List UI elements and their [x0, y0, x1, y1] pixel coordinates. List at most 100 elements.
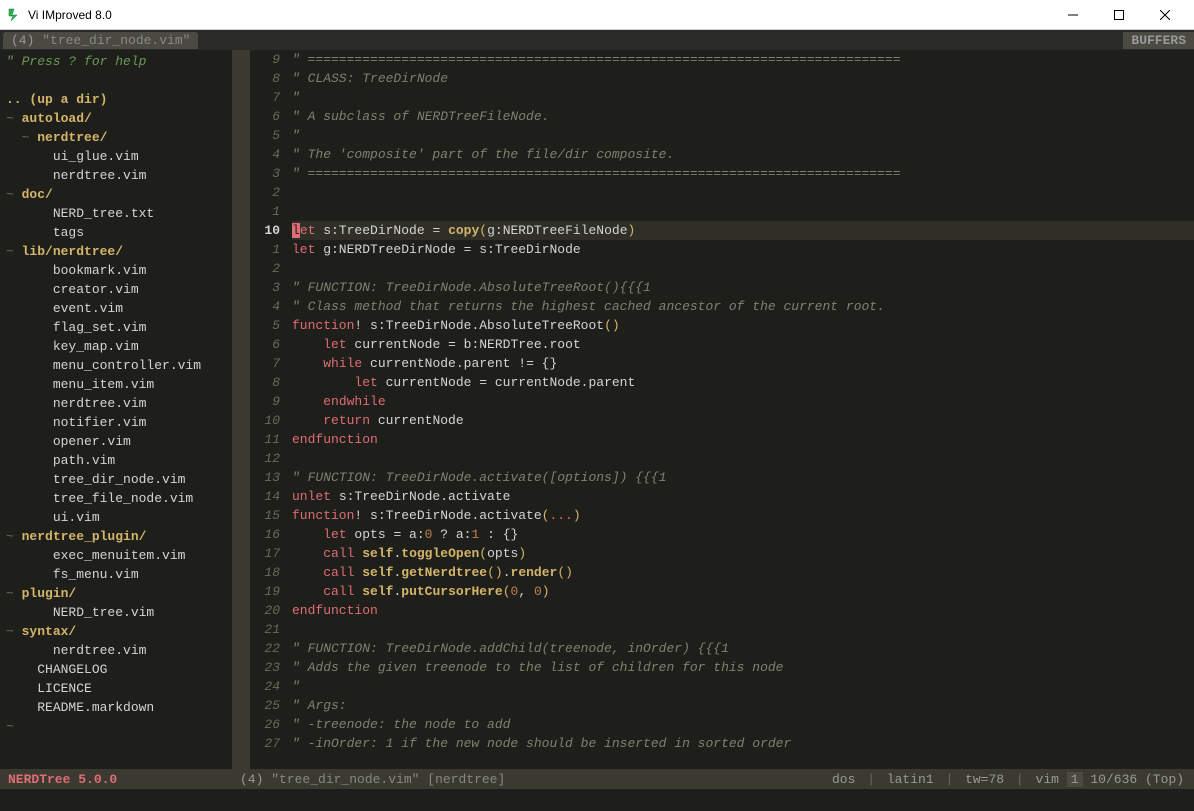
line-number: 25	[250, 696, 280, 715]
status-encoding: latin1	[887, 772, 934, 787]
line-number: 24	[250, 677, 280, 696]
nerdtree-file[interactable]: key_map.vim	[0, 337, 232, 356]
line-number: 8	[250, 69, 280, 88]
status-position: (Top)	[1145, 772, 1184, 787]
code-line[interactable]	[292, 620, 1194, 639]
nerdtree-dir[interactable]: ~ nerdtree/	[0, 128, 232, 147]
code-line[interactable]: unlet s:TreeDirNode.activate	[292, 487, 1194, 506]
nerdtree-file[interactable]: nerdtree.vim	[0, 641, 232, 660]
line-number: 3	[250, 164, 280, 183]
code-line[interactable]	[292, 449, 1194, 468]
minimize-button[interactable]	[1050, 1, 1096, 29]
code-line[interactable]: " -inOrder: 1 if the new node should be …	[292, 734, 1194, 753]
buffer-tab[interactable]: (4) "tree_dir_node.vim"	[3, 32, 198, 49]
nerdtree-file[interactable]: nerdtree.vim	[0, 166, 232, 185]
line-number: 17	[250, 544, 280, 563]
vertical-split-divider[interactable]	[232, 50, 240, 769]
command-line[interactable]	[0, 789, 1194, 811]
nerdtree-file[interactable]: CHANGELOG	[0, 660, 232, 679]
nerdtree-file[interactable]: NERD_tree.txt	[0, 204, 232, 223]
code-line[interactable]: endfunction	[292, 430, 1194, 449]
code-line[interactable]: function! s:TreeDirNode.activate(...)	[292, 506, 1194, 525]
line-number: 10	[250, 221, 280, 240]
nerdtree-file[interactable]: menu_controller.vim	[0, 356, 232, 375]
code-line[interactable]: call self.putCursorHere(0, 0)	[292, 582, 1194, 601]
code-line[interactable]: " Class method that returns the highest …	[292, 297, 1194, 316]
line-number: 11	[250, 430, 280, 449]
nerdtree-file[interactable]: ui.vim	[0, 508, 232, 527]
nerdtree-dir[interactable]: ~ plugin/	[0, 584, 232, 603]
code-line[interactable]: " FUNCTION: TreeDirNode.activate([option…	[292, 468, 1194, 487]
nerdtree-file[interactable]: fs_menu.vim	[0, 565, 232, 584]
nerdtree-file[interactable]: tags	[0, 223, 232, 242]
code-line[interactable]: let s:TreeDirNode = copy(g:NERDTreeFileN…	[292, 221, 1194, 240]
code-line[interactable]: let currentNode = b:NERDTree.root	[292, 335, 1194, 354]
code-line[interactable]: " A subclass of NERDTreeFileNode.	[292, 107, 1194, 126]
status-buffer-number: (4)	[240, 772, 263, 787]
main-split: " Press ? for help .. (up a dir)~ autolo…	[0, 50, 1194, 769]
line-number: 2	[250, 259, 280, 278]
nerdtree-sidebar[interactable]: " Press ? for help .. (up a dir)~ autolo…	[0, 50, 232, 769]
code-line[interactable]: return currentNode	[292, 411, 1194, 430]
line-number: 26	[250, 715, 280, 734]
code-line[interactable]: " FUNCTION: TreeDirNode.addChild(treenod…	[292, 639, 1194, 658]
line-number: 12	[250, 449, 280, 468]
nerdtree-file[interactable]: README.markdown	[0, 698, 232, 717]
nerdtree-dir[interactable]: ~ lib/nerdtree/	[0, 242, 232, 261]
nerdtree-file[interactable]: bookmark.vim	[0, 261, 232, 280]
code-line[interactable]: " CLASS: TreeDirNode	[292, 69, 1194, 88]
line-number: 9	[250, 50, 280, 69]
nerdtree-file[interactable]: NERD_tree.vim	[0, 603, 232, 622]
code-line[interactable]: call self.getNerdtree().render()	[292, 563, 1194, 582]
nerdtree-file[interactable]: notifier.vim	[0, 413, 232, 432]
code-line[interactable]: "	[292, 88, 1194, 107]
code-line[interactable]: "	[292, 677, 1194, 696]
nerdtree-file[interactable]: menu_item.vim	[0, 375, 232, 394]
code-editor[interactable]: 9876543211012345678910111213141516171819…	[250, 50, 1194, 769]
nerdtree-dir[interactable]: ~ doc/	[0, 185, 232, 204]
line-number: 1	[250, 202, 280, 221]
line-number: 4	[250, 145, 280, 164]
nerdtree-up-a-dir[interactable]: .. (up a dir)	[0, 90, 232, 109]
nerdtree-file[interactable]: tree_dir_node.vim	[0, 470, 232, 489]
code-line[interactable]	[292, 202, 1194, 221]
buffers-label[interactable]: BUFFERS	[1123, 32, 1194, 49]
nerdtree-file[interactable]: path.vim	[0, 451, 232, 470]
maximize-button[interactable]	[1096, 1, 1142, 29]
code-line[interactable]: " ======================================…	[292, 50, 1194, 69]
code-line[interactable]: let currentNode = currentNode.parent	[292, 373, 1194, 392]
code-line[interactable]: while currentNode.parent != {}	[292, 354, 1194, 373]
code-line[interactable]: endwhile	[292, 392, 1194, 411]
code-line[interactable]: call self.toggleOpen(opts)	[292, 544, 1194, 563]
nerdtree-file[interactable]: ui_glue.vim	[0, 147, 232, 166]
nerdtree-file[interactable]: tree_file_node.vim	[0, 489, 232, 508]
code-area[interactable]: " ======================================…	[288, 50, 1194, 769]
nerdtree-dir[interactable]: ~ autoload/	[0, 109, 232, 128]
code-line[interactable]: " Adds the given treenode to the list of…	[292, 658, 1194, 677]
nerdtree-dir[interactable]: ~ nerdtree_plugin/	[0, 527, 232, 546]
code-line[interactable]	[292, 183, 1194, 202]
code-line[interactable]: let g:NERDTreeDirNode = s:TreeDirNode	[292, 240, 1194, 259]
code-line[interactable]: " ======================================…	[292, 164, 1194, 183]
code-line[interactable]: " FUNCTION: TreeDirNode.AbsoluteTreeRoot…	[292, 278, 1194, 297]
nerdtree-file[interactable]: flag_set.vim	[0, 318, 232, 337]
code-line[interactable]: " Args:	[292, 696, 1194, 715]
code-line[interactable]: " -treenode: the node to add	[292, 715, 1194, 734]
nerdtree-file[interactable]: nerdtree.vim	[0, 394, 232, 413]
line-number: 13	[250, 468, 280, 487]
nerdtree-file[interactable]: creator.vim	[0, 280, 232, 299]
nerdtree-file[interactable]: opener.vim	[0, 432, 232, 451]
line-number: 22	[250, 639, 280, 658]
code-line[interactable]: function! s:TreeDirNode.AbsoluteTreeRoot…	[292, 316, 1194, 335]
nerdtree-file[interactable]: LICENCE	[0, 679, 232, 698]
code-line[interactable]: "	[292, 126, 1194, 145]
code-line[interactable]: " The 'composite' part of the file/dir c…	[292, 145, 1194, 164]
nerdtree-dir[interactable]: ~ syntax/	[0, 622, 232, 641]
nerdtree-file[interactable]: event.vim	[0, 299, 232, 318]
status-right: dos | latin1 | tw=78 | vim 1 10/636 (Top…	[832, 772, 1194, 787]
code-line[interactable]: endfunction	[292, 601, 1194, 620]
close-button[interactable]	[1142, 1, 1188, 29]
code-line[interactable]	[292, 259, 1194, 278]
nerdtree-file[interactable]: exec_menuitem.vim	[0, 546, 232, 565]
code-line[interactable]: let opts = a:0 ? a:1 : {}	[292, 525, 1194, 544]
